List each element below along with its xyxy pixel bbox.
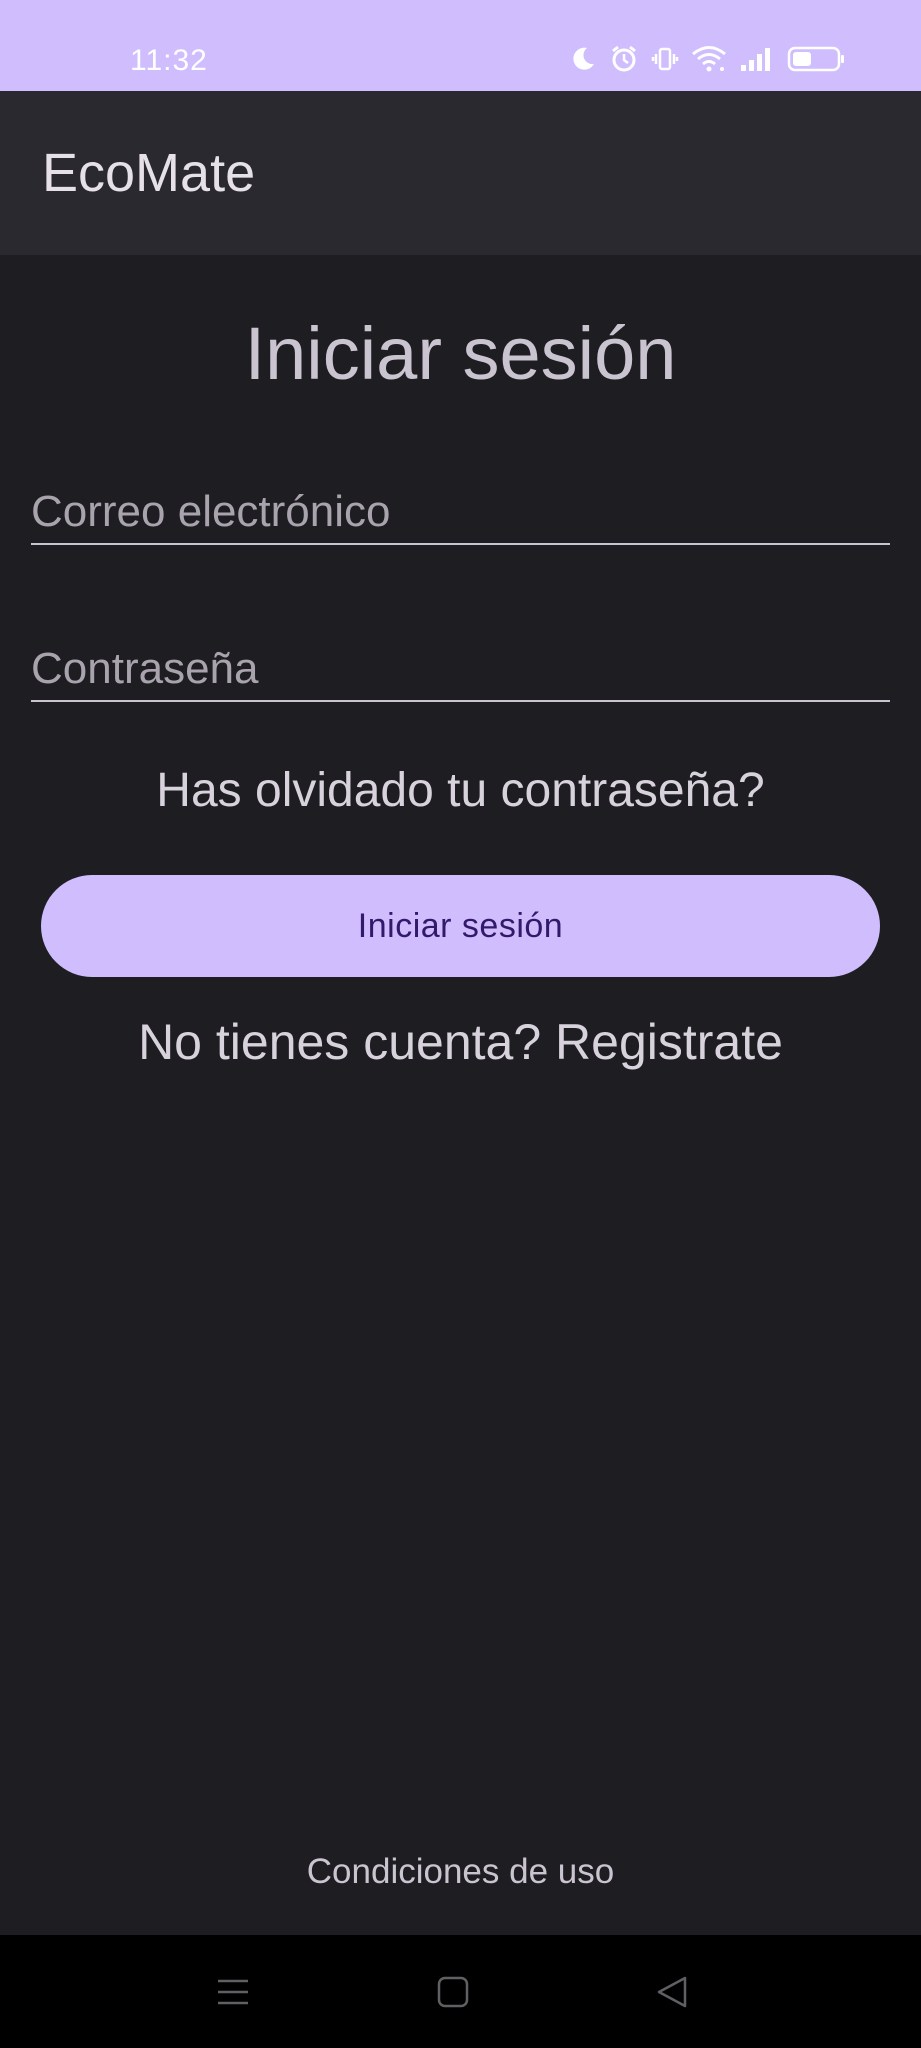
forgot-password-link[interactable]: Has olvidado tu contraseña? — [0, 763, 921, 818]
battery-icon — [787, 45, 845, 73]
email-field[interactable] — [31, 487, 890, 537]
app-bar: EcoMate — [0, 91, 921, 255]
home-icon[interactable] — [432, 1971, 474, 2013]
register-link[interactable]: No tienes cuenta? Registrate — [0, 1013, 921, 1071]
moon-icon — [569, 45, 597, 73]
wifi-icon — [691, 45, 727, 73]
email-field-container — [31, 455, 890, 545]
app-title: EcoMate — [42, 143, 256, 203]
password-field-container — [31, 612, 890, 702]
status-icons — [569, 44, 845, 74]
menu-icon[interactable] — [212, 1971, 254, 2013]
login-screen: Iniciar sesión Has olvidado tu contraseñ… — [0, 255, 921, 1935]
terms-of-use-link[interactable]: Condiciones de uso — [0, 1852, 921, 1892]
navigation-bar — [0, 1935, 921, 2048]
vibrate-icon — [651, 45, 679, 73]
password-field[interactable] — [31, 644, 890, 694]
back-icon[interactable] — [651, 1971, 693, 2013]
signal-icon — [739, 45, 775, 73]
alarm-icon — [609, 44, 639, 74]
page-title: Iniciar sesión — [244, 312, 677, 395]
status-time: 11:32 — [130, 44, 208, 77]
login-button[interactable]: Iniciar sesión — [41, 875, 880, 977]
status-bar: 11:32 — [0, 0, 921, 91]
